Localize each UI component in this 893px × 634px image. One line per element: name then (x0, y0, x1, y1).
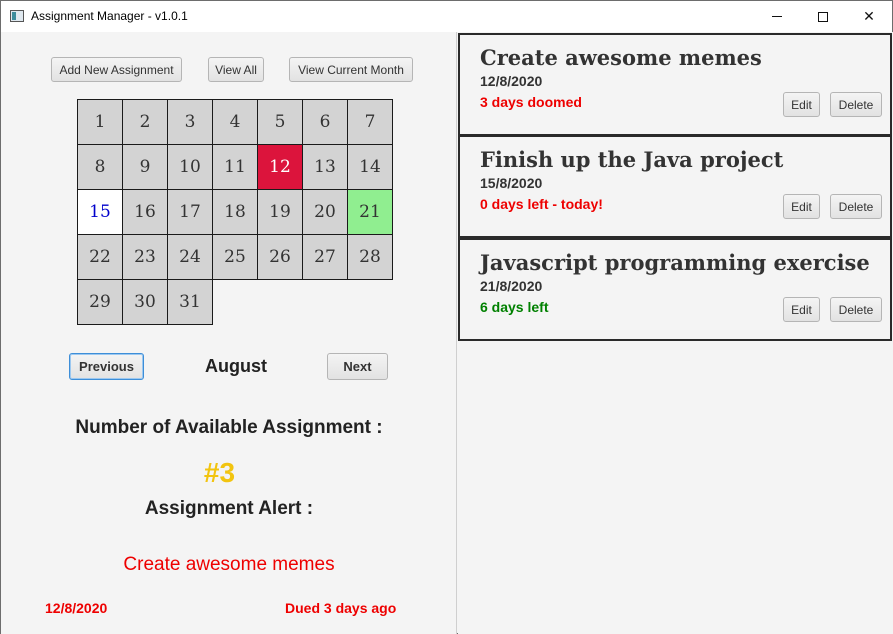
edit-button[interactable]: Edit (783, 297, 820, 322)
calendar-day[interactable]: 10 (167, 144, 213, 190)
calendar-day[interactable]: 1 (77, 99, 123, 145)
window-title: Assignment Manager - v1.0.1 (31, 9, 188, 23)
calendar-day[interactable]: 27 (302, 234, 348, 280)
assignment-date: 15/8/2020 (480, 175, 543, 191)
maximize-icon (818, 11, 828, 22)
alert-assignment-title: Create awesome memes (123, 554, 335, 575)
assignment-status: 0 days left - today! (480, 196, 603, 212)
view-all-button[interactable]: View All (208, 57, 264, 82)
calendar-day[interactable]: 31 (167, 279, 213, 325)
previous-month-button[interactable]: Previous (69, 353, 144, 380)
assignment-card: Finish up the Java project 15/8/2020 0 d… (458, 135, 892, 238)
calendar-day[interactable]: 3 (167, 99, 213, 145)
calendar-day[interactable]: 15 (77, 189, 123, 235)
calendar-day[interactable]: 14 (347, 144, 393, 190)
alert-assignment-date: 12/8/2020 (45, 600, 108, 616)
calendar-day[interactable]: 2 (122, 99, 168, 145)
assignment-status: 6 days left (480, 299, 549, 315)
delete-button[interactable]: Delete (830, 92, 882, 117)
calendar-day[interactable]: 25 (212, 234, 258, 280)
edit-button[interactable]: Edit (783, 92, 820, 117)
calendar-day[interactable]: 5 (257, 99, 303, 145)
next-month-button[interactable]: Next (327, 353, 388, 380)
assignment-date: 21/8/2020 (480, 278, 543, 294)
app-window: Assignment Manager - v1.0.1 ✕ Add New As… (0, 0, 893, 634)
calendar-day[interactable]: 11 (212, 144, 258, 190)
calendar-day[interactable]: 18 (212, 189, 258, 235)
calendar-day[interactable]: 24 (167, 234, 213, 280)
calendar-day[interactable]: 16 (122, 189, 168, 235)
calendar-day[interactable]: 22 (77, 234, 123, 280)
assignment-title: Finish up the Java project (480, 147, 784, 172)
delete-button[interactable]: Delete (830, 297, 882, 322)
calendar-day[interactable]: 13 (302, 144, 348, 190)
calendar-day[interactable]: 4 (212, 99, 258, 145)
delete-button[interactable]: Delete (830, 194, 882, 219)
calendar-day[interactable]: 30 (122, 279, 168, 325)
minimize-icon (772, 16, 782, 17)
calendar-day[interactable]: 26 (257, 234, 303, 280)
calendar-day[interactable]: 23 (122, 234, 168, 280)
available-count-label: Number of Available Assignment : (75, 417, 383, 438)
calendar-day[interactable]: 28 (347, 234, 393, 280)
calendar-day[interactable]: 17 (167, 189, 213, 235)
assignment-title: Javascript programming exercise (480, 250, 870, 275)
calendar-day[interactable]: 12 (257, 144, 303, 190)
assignment-status: 3 days doomed (480, 94, 582, 110)
calendar-day[interactable]: 20 (302, 189, 348, 235)
view-current-month-button[interactable]: View Current Month (289, 57, 413, 82)
calendar-day[interactable]: 9 (122, 144, 168, 190)
app-icon (10, 10, 24, 22)
close-icon: ✕ (863, 8, 875, 25)
calendar-day[interactable]: 6 (302, 99, 348, 145)
assignment-card: Javascript programming exercise 21/8/202… (458, 238, 892, 341)
minimize-button[interactable] (754, 1, 800, 32)
alert-due-status: Dued 3 days ago (285, 600, 397, 616)
assignment-card: Create awesome memes 12/8/2020 3 days do… (458, 33, 892, 136)
calendar-day[interactable]: 21 (347, 189, 393, 235)
assignment-date: 12/8/2020 (480, 73, 543, 89)
available-count: #3 (203, 457, 236, 488)
assignment-title: Create awesome memes (480, 45, 762, 70)
calendar-day[interactable]: 8 (77, 144, 123, 190)
calendar-day[interactable]: 19 (257, 189, 303, 235)
close-button[interactable]: ✕ (846, 1, 892, 32)
title-bar[interactable]: Assignment Manager - v1.0.1 ✕ (1, 1, 892, 32)
calendar-panel: Add New Assignment View All View Current… (1, 32, 457, 634)
alert-label: Assignment Alert : (144, 498, 314, 519)
calendar-day[interactable]: 29 (77, 279, 123, 325)
month-label: August (205, 356, 267, 376)
assignment-list: Create awesome memes 12/8/2020 3 days do… (458, 32, 893, 634)
maximize-button[interactable] (800, 1, 846, 32)
add-assignment-button[interactable]: Add New Assignment (51, 57, 182, 82)
edit-button[interactable]: Edit (783, 194, 820, 219)
calendar-day[interactable]: 7 (347, 99, 393, 145)
